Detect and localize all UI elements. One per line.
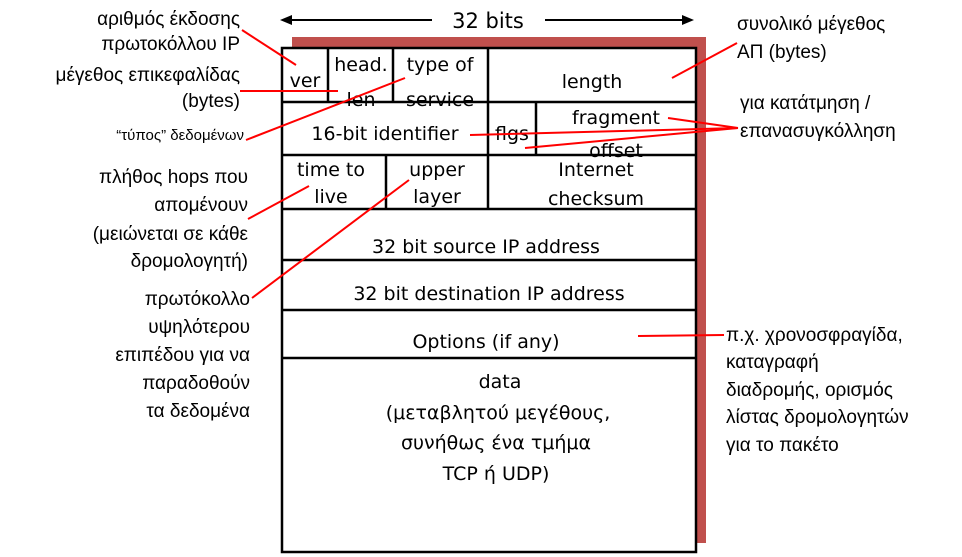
annotation-header-length: μέγεθος επικεφαλίδας (bytes) bbox=[56, 65, 240, 112]
svg-text:επανασυγκόλληση: επανασυγκόλληση bbox=[740, 121, 896, 142]
svg-text:Internet: Internet bbox=[558, 159, 633, 181]
arrow-left-icon bbox=[280, 15, 292, 25]
svg-text:καταγραφή: καταγραφή bbox=[726, 352, 819, 373]
annotation-fragmentation: για κατάτμηση / επανασυγκόλληση bbox=[740, 93, 896, 142]
svg-text:συνολικό μέγεθος: συνολικό μέγεθος bbox=[737, 14, 885, 35]
svg-text:TCP ή UDP): TCP ή UDP) bbox=[442, 463, 550, 485]
svg-text:live: live bbox=[314, 186, 348, 208]
svg-text:ΑΠ (bytes): ΑΠ (bytes) bbox=[737, 42, 827, 63]
svg-text:πλήθος hops που: πλήθος hops που bbox=[99, 167, 248, 188]
annotation-ttl: πλήθος hops που απομένουν (μειώνεται σε … bbox=[93, 167, 249, 272]
svg-text:συνήθως ένα τμήμα: συνήθως ένα τμήμα bbox=[401, 432, 591, 454]
field-length: length bbox=[562, 71, 623, 93]
width-label: 32 bits bbox=[452, 9, 524, 33]
width-arrow: 32 bits bbox=[280, 9, 694, 33]
svg-text:τα δεδομένα: τα δεδομένα bbox=[146, 401, 250, 422]
svg-text:(μειώνεται σε κάθε: (μειώνεται σε κάθε bbox=[93, 224, 249, 245]
svg-text:επιπέδου για να: επιπέδου για να bbox=[115, 345, 250, 366]
annotation-version: αριθμός έκδοσης πρωτοκόλλου IP bbox=[97, 9, 240, 55]
svg-text:fragment: fragment bbox=[572, 107, 660, 129]
annotation-total-length: συνολικό μέγεθος ΑΠ (bytes) bbox=[737, 14, 885, 63]
svg-text:πρωτοκόλλου IP: πρωτοκόλλου IP bbox=[101, 34, 240, 55]
field-identifier: 16-bit identifier bbox=[311, 123, 458, 145]
svg-text:για το πακέτο: για το πακέτο bbox=[726, 435, 839, 456]
field-destination-ip: 32 bit destination IP address bbox=[353, 283, 624, 305]
svg-text:service: service bbox=[406, 89, 474, 111]
svg-text:απομένουν: απομένουν bbox=[154, 195, 248, 216]
svg-text:π.χ. χρονοσφραγίδα,: π.χ. χρονοσφραγίδα, bbox=[726, 325, 903, 346]
svg-text:data: data bbox=[479, 371, 522, 393]
svg-text:16-bit identifier: 16-bit identifier bbox=[311, 123, 458, 145]
svg-text:ver: ver bbox=[290, 70, 321, 92]
svg-text:checksum: checksum bbox=[548, 188, 644, 210]
svg-text:(bytes): (bytes) bbox=[182, 91, 240, 112]
field-source-ip: 32 bit source IP address bbox=[372, 236, 600, 258]
annotation-data-type: “τύπος” δεδομένων bbox=[116, 127, 244, 144]
svg-text:length: length bbox=[562, 71, 623, 93]
leader-options bbox=[637, 334, 725, 337]
svg-text:διαδρομής, ορισμός: διαδρομής, ορισμός bbox=[726, 380, 893, 401]
field-options: Options (if any) bbox=[412, 331, 559, 353]
svg-text:λίστας δρομολογητών: λίστας δρομολογητών bbox=[726, 407, 909, 428]
svg-text:“τύπος” δεδομένων: “τύπος” δεδομένων bbox=[116, 127, 244, 144]
svg-text:(μεταβλητού μεγέθους,: (μεταβλητού μεγέθους, bbox=[386, 402, 611, 424]
svg-text:παραδοθούν: παραδοθούν bbox=[142, 373, 250, 394]
svg-text:για κατάτμηση /: για κατάτμηση / bbox=[740, 93, 871, 114]
annotation-upper-layer: πρωτόκολλο υψηλότερου επιπέδου για να πα… bbox=[115, 289, 250, 422]
arrow-right-icon bbox=[682, 15, 694, 25]
svg-text:time to: time to bbox=[297, 159, 365, 181]
svg-text:type of: type of bbox=[407, 54, 475, 76]
annotation-options: π.χ. χρονοσφραγίδα, καταγραφή διαδρομής,… bbox=[726, 325, 909, 456]
field-ver: ver bbox=[290, 70, 321, 92]
svg-text:υψηλότερου: υψηλότερου bbox=[148, 317, 250, 338]
svg-text:upper: upper bbox=[409, 159, 465, 181]
svg-text:αριθμός έκδοσης: αριθμός έκδοσης bbox=[97, 9, 240, 30]
svg-text:μέγεθος επικεφαλίδας: μέγεθος επικεφαλίδας bbox=[56, 65, 240, 86]
svg-text:δρομολογητή): δρομολογητή) bbox=[131, 251, 248, 272]
svg-text:head.: head. bbox=[334, 54, 387, 76]
svg-text:πρωτόκολλο: πρωτόκολλο bbox=[145, 289, 250, 310]
ip-datagram-diagram: 32 bits ver head. len type of service le… bbox=[56, 9, 909, 554]
svg-text:layer: layer bbox=[413, 186, 461, 208]
